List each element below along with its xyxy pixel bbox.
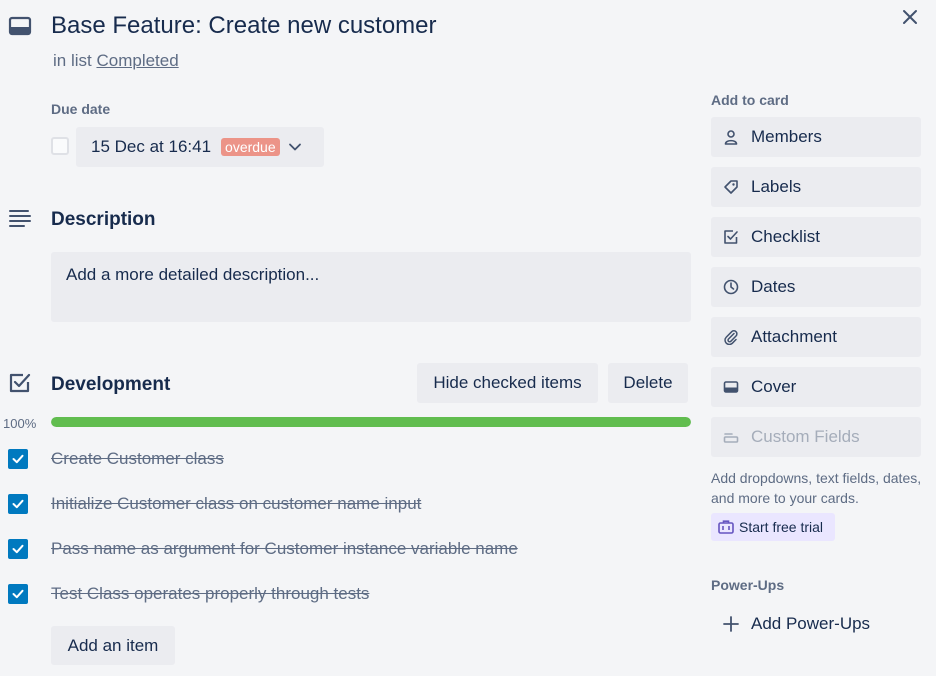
checklist-item[interactable]: Create Customer class (8, 447, 688, 471)
checklist-label: Checklist (751, 227, 820, 246)
card-title[interactable]: Base Feature: Create new customer (51, 12, 437, 40)
add-power-ups-label: Add Power-Ups (751, 614, 871, 633)
checklist-item[interactable]: Test Class operates properly through tes… (8, 582, 688, 606)
checklist-button[interactable]: Checklist (711, 217, 921, 257)
checklist-item-text[interactable]: Initialize Customer class on customer na… (51, 494, 421, 514)
briefcase-icon (717, 518, 735, 536)
attachment-label: Attachment (751, 327, 837, 346)
due-complete-checkbox[interactable] (51, 137, 69, 155)
list-link[interactable]: Completed (96, 51, 178, 70)
cover-button[interactable]: Cover (711, 367, 921, 407)
cover-label: Cover (751, 377, 797, 396)
add-item-button[interactable]: Add an item (51, 626, 175, 665)
due-date-text: 15 Dec at 16:41 (91, 137, 212, 156)
members-button[interactable]: Members (711, 117, 921, 157)
checkbox-icon (723, 229, 739, 245)
chevron-down-icon (288, 140, 302, 154)
plus-icon (723, 616, 739, 632)
custom-fields-label: Custom Fields (751, 427, 860, 446)
paperclip-icon (723, 329, 739, 345)
checklist-item-text[interactable]: Create Customer class (51, 449, 224, 469)
description-icon (8, 206, 32, 230)
hide-checked-button[interactable]: Hide checked items (417, 363, 598, 403)
attachment-button[interactable]: Attachment (711, 317, 921, 357)
clock-icon (723, 279, 739, 295)
person-icon (723, 129, 739, 145)
close-icon[interactable] (898, 5, 922, 29)
checklist-item-text[interactable]: Test Class operates properly through tes… (51, 584, 369, 604)
progress-percent: 100% (3, 416, 37, 431)
delete-checklist-button[interactable]: Delete (608, 363, 688, 403)
power-ups-heading: Power-Ups (711, 577, 785, 593)
checklist-item-text[interactable]: Pass name as argument for Customer insta… (51, 539, 518, 559)
checked-checkbox[interactable] (8, 539, 28, 559)
custom-fields-icon (723, 429, 739, 445)
checklist-item[interactable]: Pass name as argument for Customer insta… (8, 537, 688, 561)
list-info: in list Completed (53, 51, 179, 71)
in-list-prefix: in list (53, 51, 92, 70)
checked-checkbox[interactable] (8, 449, 28, 469)
add-power-ups-button[interactable]: Add Power-Ups (711, 604, 921, 644)
members-label: Members (751, 127, 822, 146)
card-icon (8, 14, 32, 38)
progress-bar-fill (51, 417, 691, 427)
labels-label: Labels (751, 177, 802, 196)
description-title: Description (51, 209, 156, 230)
due-date-button[interactable]: 15 Dec at 16:41 overdue (76, 127, 324, 167)
labels-button[interactable]: Labels (711, 167, 921, 207)
custom-fields-button[interactable]: Custom Fields (711, 417, 921, 457)
description-input[interactable]: Add a more detailed description... (51, 252, 691, 322)
checked-checkbox[interactable] (8, 584, 28, 604)
checklist-icon (8, 371, 32, 395)
dates-label: Dates (751, 277, 796, 296)
checklist-title[interactable]: Development (51, 374, 170, 396)
overdue-badge: overdue (221, 138, 280, 156)
start-free-trial-label: Start free trial (739, 519, 824, 535)
start-free-trial-button[interactable]: Start free trial (711, 513, 835, 541)
tag-icon (723, 179, 739, 195)
progress-bar (51, 417, 691, 427)
cover-icon (723, 379, 739, 395)
custom-fields-promo-text: Add dropdowns, text fields, dates, and m… (711, 470, 922, 506)
checked-checkbox[interactable] (8, 494, 28, 514)
due-date-label: Due date (51, 101, 111, 117)
add-to-card-heading: Add to card (711, 92, 789, 108)
checklist-item[interactable]: Initialize Customer class on customer na… (8, 492, 688, 516)
dates-button[interactable]: Dates (711, 267, 921, 307)
